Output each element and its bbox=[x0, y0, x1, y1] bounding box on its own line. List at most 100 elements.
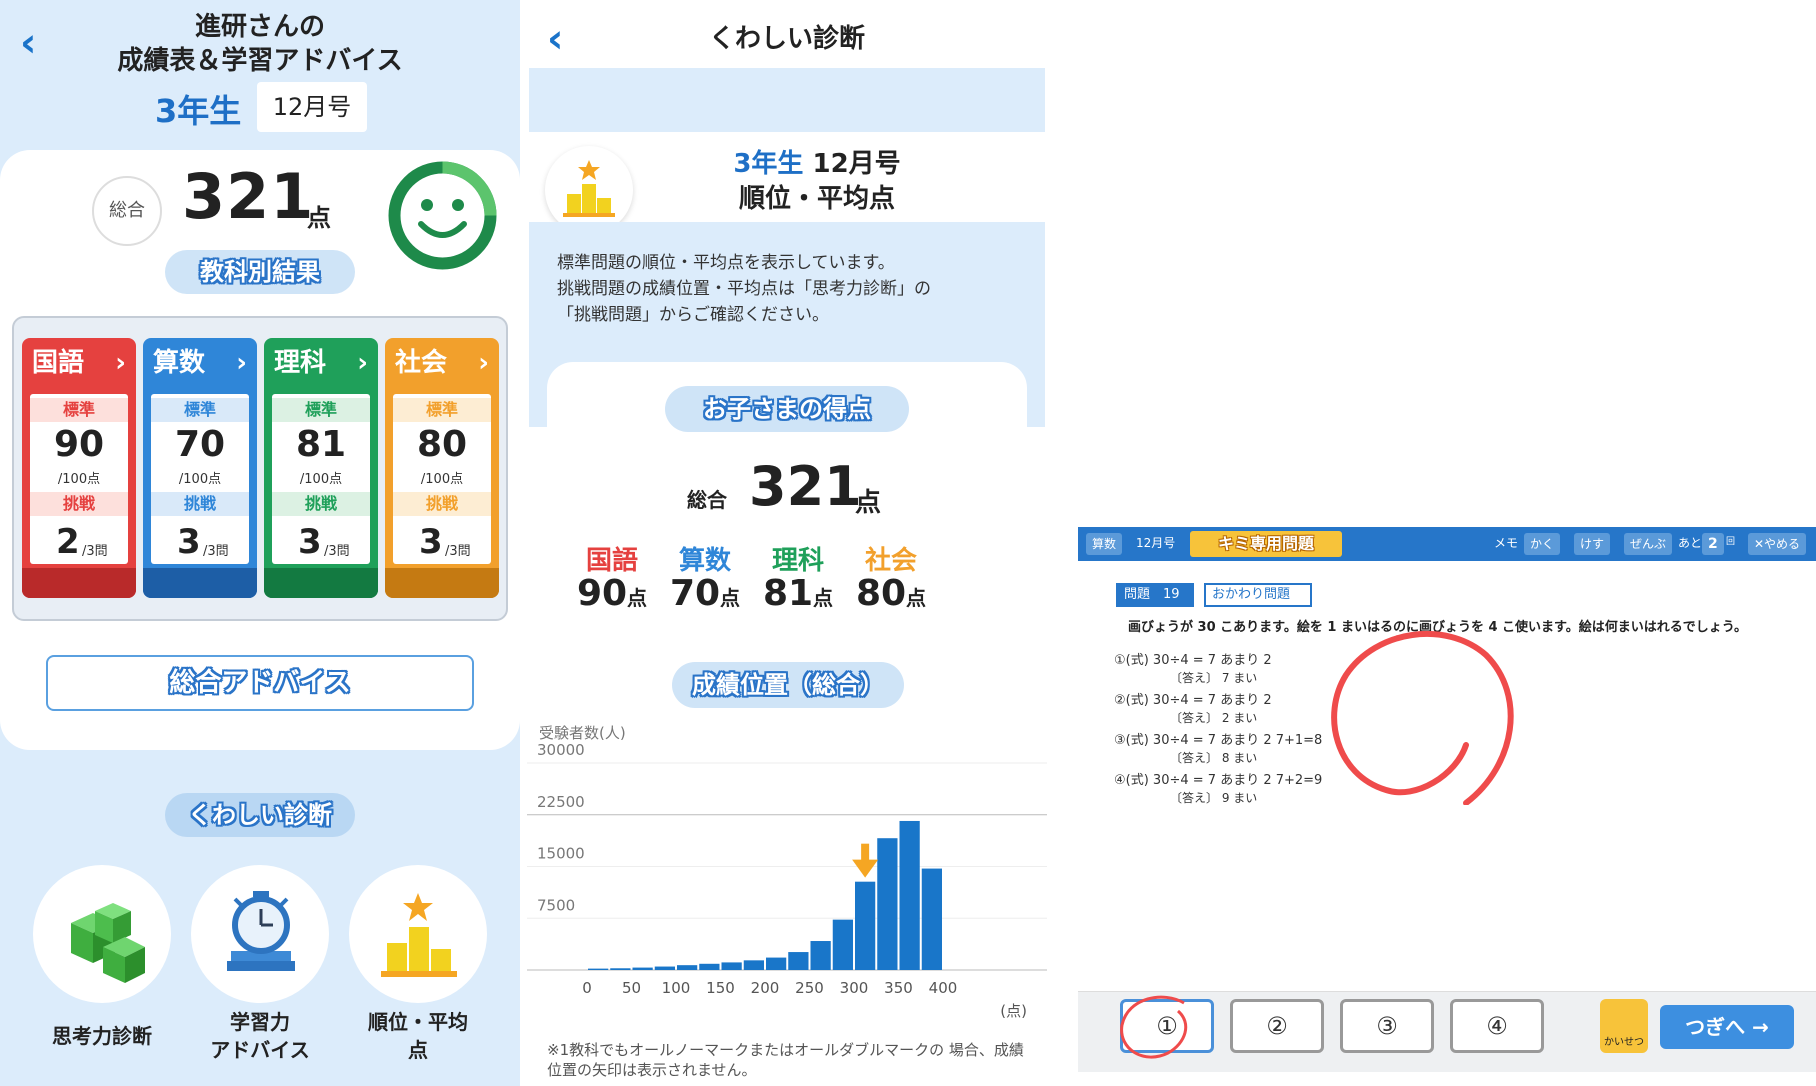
histogram-bar bbox=[677, 965, 698, 970]
x-tick-label: 0 bbox=[582, 979, 592, 997]
info-text: 標準問題の順位・平均点を表示しています。 挑戦問題の成績位置・平均点は「思考力診… bbox=[557, 253, 931, 325]
subject-header[interactable]: 理科 › bbox=[264, 338, 378, 388]
hint-button[interactable]: かいせつ bbox=[1600, 999, 1648, 1053]
subject-score-value: 80 bbox=[855, 573, 907, 614]
challenge-denominator: /3問 bbox=[203, 544, 229, 559]
subject-header[interactable]: 社会 › bbox=[385, 338, 499, 388]
challenge-denominator: /3問 bbox=[82, 544, 108, 559]
subject-card-base bbox=[22, 568, 136, 598]
subject-header[interactable]: 国語 › bbox=[22, 338, 136, 388]
chevron-right-icon: › bbox=[115, 348, 126, 378]
subject-card[interactable]: 理科 › 標準 81 /100点 挑戦 3 /3問 bbox=[264, 338, 378, 598]
x-tick-label: 400 bbox=[929, 979, 958, 997]
subject-tag: 算数 bbox=[1086, 533, 1123, 555]
question-no: 19 bbox=[1163, 587, 1180, 602]
memo-label: メモ bbox=[1494, 536, 1519, 550]
ranking-podium-icon bbox=[545, 146, 633, 234]
page-title: くわしい診断 bbox=[708, 24, 865, 54]
total-badge: 総合 bbox=[92, 176, 162, 246]
subject-scores: 標準 80 /100点 挑戦 3 /3問 bbox=[393, 394, 491, 564]
challenge-label: 挑戦 bbox=[393, 492, 491, 516]
subject-score-unit: 点 bbox=[720, 586, 741, 610]
subject-score: 80点 bbox=[841, 573, 941, 614]
smile-face-icon bbox=[388, 161, 497, 270]
option-formula: ④(式) 30÷4 = 7 あまり 2 7+2=9 bbox=[1114, 773, 1323, 788]
challenge-label: 挑戦 bbox=[30, 492, 128, 516]
histogram-bar bbox=[610, 968, 631, 970]
study-advice-label: 学習力 アドバイス bbox=[176, 1008, 344, 1064]
total-unit: 点 bbox=[855, 488, 882, 518]
subject-header[interactable]: 算数 › bbox=[143, 338, 257, 388]
histogram-bar bbox=[788, 952, 809, 970]
subject-name: 社会 bbox=[864, 546, 917, 576]
header-band bbox=[529, 68, 1045, 132]
subject-card[interactable]: 算数 › 標準 70 /100点 挑戦 3 /3問 bbox=[143, 338, 257, 598]
rank-average-text: 順位・平均 点 bbox=[368, 1010, 468, 1062]
detail-diagnosis-panel: ‹ くわしい診断 3年生 12月号 順位・平均点 標準問題の順位・平均点を表示し… bbox=[527, 0, 1047, 1086]
month-selector[interactable]: 12月号 bbox=[257, 82, 367, 132]
thinking-diagnosis-label: 思考力診断 bbox=[52, 1024, 152, 1048]
x-tick-label: 350 bbox=[884, 979, 913, 997]
histogram-bar bbox=[654, 966, 675, 970]
study-advice-button[interactable] bbox=[191, 865, 329, 1003]
choice-2-button[interactable]: ② bbox=[1230, 999, 1324, 1053]
subject-card-base bbox=[143, 568, 257, 598]
histogram-bar bbox=[921, 868, 942, 970]
thinking-diagnosis-button[interactable] bbox=[33, 865, 171, 1003]
eraser-button[interactable]: けす bbox=[1574, 533, 1611, 555]
clear-all-button[interactable]: ぜんぶ bbox=[1624, 533, 1673, 555]
histogram-bar bbox=[721, 962, 742, 970]
next-button[interactable]: つぎへ → bbox=[1660, 1005, 1794, 1049]
histogram-bar bbox=[855, 881, 876, 970]
subject-card-base bbox=[264, 568, 378, 598]
standard-label: 標準 bbox=[272, 398, 370, 422]
subject-score: 90点 bbox=[562, 573, 662, 614]
subject-card[interactable]: 国語 › 標準 90 /100点 挑戦 2 /3問 bbox=[22, 338, 136, 598]
subject-card[interactable]: 社会 › 標準 80 /100点 挑戦 3 /3問 bbox=[385, 338, 499, 598]
choice-3-button[interactable]: ③ bbox=[1340, 999, 1434, 1053]
rank-average-label: 順位・平均 点 bbox=[334, 1008, 502, 1064]
y-tick-label: 15000 bbox=[537, 845, 585, 863]
standard-denominator: /100点 bbox=[178, 472, 222, 487]
quit-button[interactable]: ✕やめる bbox=[1748, 533, 1807, 555]
histogram-bar bbox=[743, 960, 764, 970]
standard-score: 81 bbox=[295, 424, 347, 465]
challenge-score: 3 bbox=[177, 522, 201, 562]
pen-button[interactable]: かく bbox=[1524, 533, 1561, 555]
subject-name: 算数 bbox=[678, 546, 731, 576]
month-tag: 12月号 bbox=[1136, 536, 1176, 550]
back-icon[interactable]: ‹ bbox=[20, 20, 36, 66]
child-score-heading: お子さまの得点 bbox=[665, 386, 909, 432]
option-answer: 〔答え〕 7 まい bbox=[1170, 671, 1258, 685]
standard-score: 90 bbox=[53, 424, 105, 465]
total-unit: 点 bbox=[307, 204, 331, 232]
remaining-count: 2 bbox=[1702, 533, 1724, 555]
subject-score-value: 81 bbox=[762, 573, 814, 614]
histogram-bar bbox=[810, 941, 831, 970]
subject-card-base bbox=[385, 568, 499, 598]
challenge-label: 挑戦 bbox=[272, 492, 370, 516]
option-formula: ③(式) 30÷4 = 7 あまり 2 7+1=8 bbox=[1114, 733, 1323, 748]
cube-icon bbox=[71, 903, 145, 983]
total-score: 321 bbox=[749, 455, 862, 518]
subject-name: 社会 bbox=[395, 348, 448, 378]
subject-results-heading: 教科別結果 bbox=[165, 250, 355, 294]
y-tick-label: 30000 bbox=[537, 741, 585, 759]
clock-book-icon bbox=[227, 891, 295, 971]
header-subtitle: 順位・平均点 bbox=[738, 184, 895, 214]
subject-score-value: 90 bbox=[576, 573, 628, 614]
subject-score-unit: 点 bbox=[906, 586, 927, 610]
subject-score-unit: 点 bbox=[627, 586, 648, 610]
handwritten-mark bbox=[1120, 995, 1188, 1059]
total-label: 総合 bbox=[687, 488, 727, 512]
y-tick-label: 7500 bbox=[537, 896, 575, 914]
standard-denominator: /100点 bbox=[299, 472, 343, 487]
title-line-1: 進研さんの bbox=[194, 12, 325, 42]
choice-4-button[interactable]: ④ bbox=[1450, 999, 1544, 1053]
subject-score: 70点 bbox=[655, 573, 755, 614]
grade-label: 3年生 bbox=[155, 92, 242, 130]
x-tick-label: 200 bbox=[751, 979, 780, 997]
overall-advice-label: 総合アドバイス bbox=[169, 668, 351, 698]
rank-average-button[interactable] bbox=[349, 865, 487, 1003]
x-tick-label: 100 bbox=[662, 979, 691, 997]
